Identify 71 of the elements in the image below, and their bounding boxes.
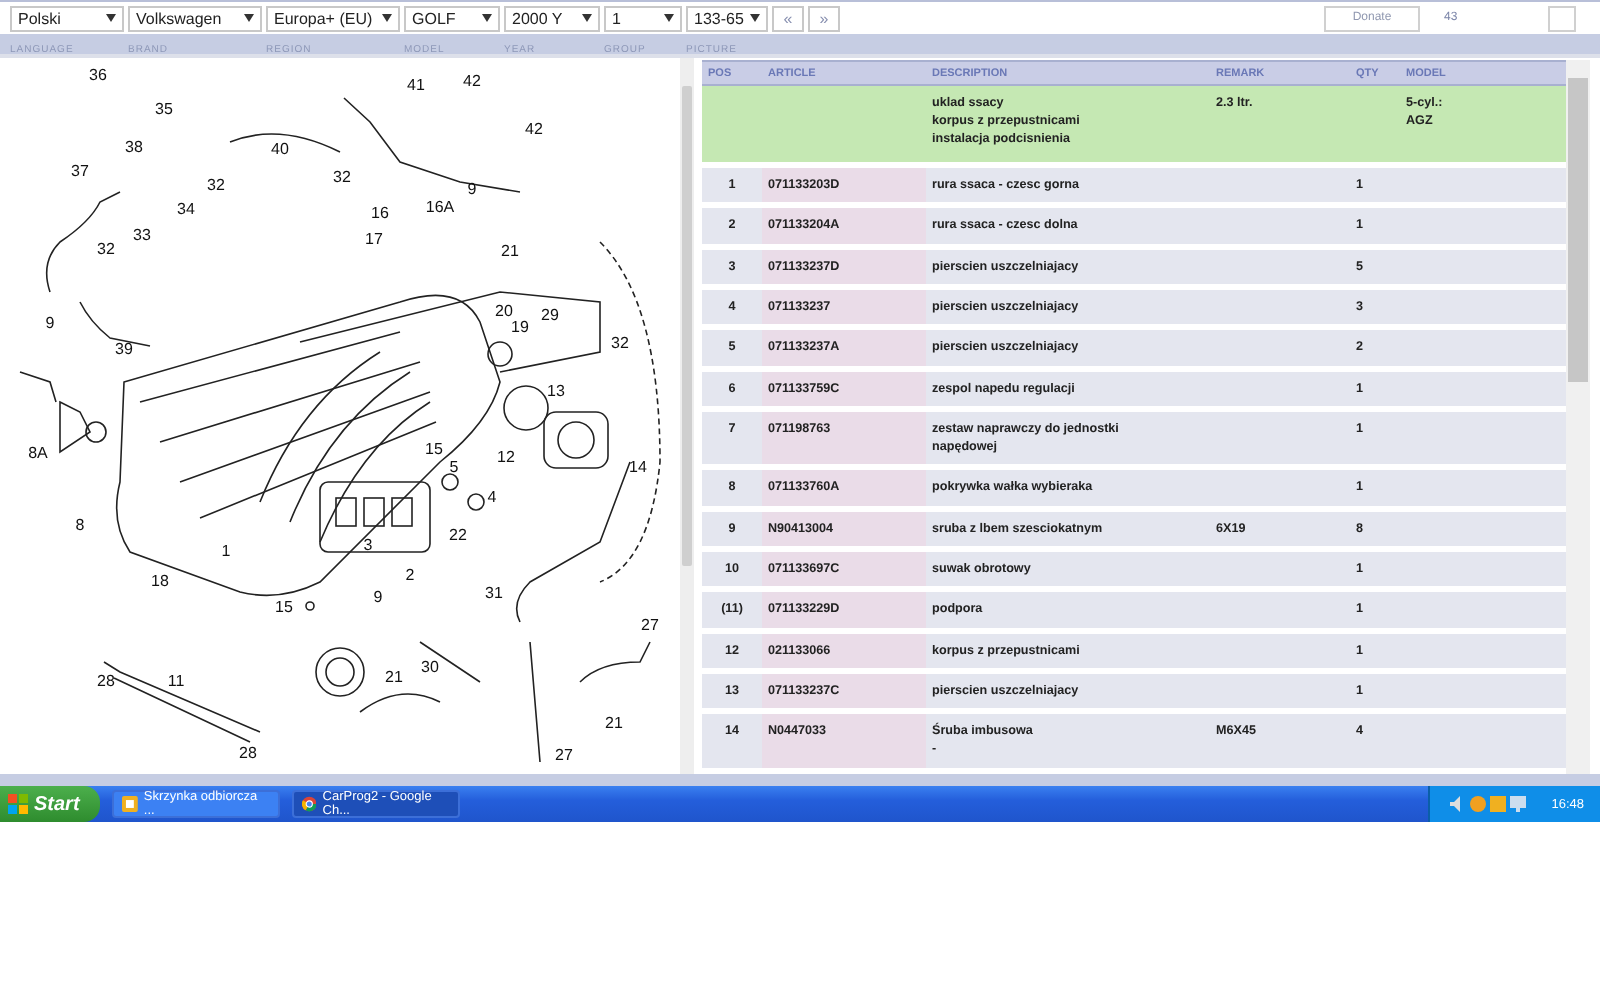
callout-number: 30 bbox=[421, 658, 439, 676]
callout-number: 18 bbox=[151, 572, 169, 590]
callout-number: 32 bbox=[611, 334, 629, 352]
windows-flag-icon bbox=[8, 794, 28, 814]
callout-number: 14 bbox=[629, 458, 647, 476]
callout-number: 16A bbox=[425, 198, 455, 216]
dropdown[interactable]: GOLF bbox=[404, 5, 500, 31]
callout-number: 29 bbox=[541, 306, 559, 324]
caret-icon bbox=[664, 14, 674, 22]
caret-icon bbox=[106, 14, 116, 22]
browser-icon bbox=[302, 796, 317, 812]
dropdown[interactable]: Europa+ (EU) bbox=[266, 5, 400, 31]
callout-number: 8A bbox=[28, 444, 48, 462]
callout-number: 36 bbox=[89, 66, 107, 84]
callout-number: 28 bbox=[97, 672, 115, 690]
callout-number: 27 bbox=[555, 746, 573, 764]
speaker-icon bbox=[1450, 796, 1466, 812]
callout-number: 16 bbox=[371, 204, 389, 222]
callout-number: 41 bbox=[407, 76, 425, 94]
callout-number: 1 bbox=[221, 542, 231, 560]
callout-number: 3 bbox=[363, 536, 373, 554]
callout-number: 11 bbox=[167, 672, 185, 690]
callout-number: 38 bbox=[125, 138, 143, 156]
small-field[interactable] bbox=[1548, 5, 1576, 31]
callout-number: 13 bbox=[547, 382, 565, 400]
callout-number: 33 bbox=[133, 226, 151, 244]
callout-number: 9 bbox=[373, 588, 383, 606]
scrollbar[interactable] bbox=[1566, 60, 1590, 774]
callout-number: 21 bbox=[385, 668, 403, 686]
callout-number: 31 bbox=[485, 584, 503, 602]
callout-number: 32 bbox=[333, 168, 351, 186]
caret-icon bbox=[482, 14, 492, 22]
callout-number: 12 bbox=[497, 448, 515, 466]
dropdown[interactable]: Polski bbox=[10, 5, 124, 31]
callout-number: 32 bbox=[97, 240, 115, 258]
callout-number: 20 bbox=[495, 302, 513, 320]
callout-number: 17 bbox=[365, 230, 383, 248]
callout-number: 21 bbox=[605, 714, 623, 732]
caret-icon bbox=[582, 14, 592, 22]
dropdown[interactable]: 1 bbox=[604, 5, 682, 31]
callout-number: 9 bbox=[45, 314, 55, 332]
callout-number: 42 bbox=[525, 120, 543, 138]
callout-number: 9 bbox=[467, 180, 477, 198]
callout-number: 42 bbox=[463, 72, 481, 90]
callout-number: 40 bbox=[271, 140, 289, 158]
callout-number: 5 bbox=[449, 458, 459, 476]
callout-number: 15 bbox=[425, 440, 443, 458]
caret-icon bbox=[750, 14, 760, 22]
caret-icon bbox=[244, 14, 254, 22]
callout-number: 2 bbox=[405, 566, 415, 584]
callout-number: 22 bbox=[449, 526, 467, 544]
callout-number: 35 bbox=[155, 100, 173, 118]
callout-number: 27 bbox=[641, 616, 659, 634]
callout-number: 15 bbox=[275, 598, 293, 616]
dropdown[interactable]: 133-65 bbox=[686, 5, 768, 31]
callout-number: 28 bbox=[239, 744, 257, 762]
envelope-icon bbox=[122, 796, 138, 812]
callout-number: 34 bbox=[177, 200, 195, 218]
callout-number: 39 bbox=[115, 340, 133, 358]
callout-number: 32 bbox=[207, 176, 225, 194]
monitor-icon bbox=[1510, 796, 1526, 812]
callout-number: 19 bbox=[511, 318, 529, 336]
callout-number: 21 bbox=[501, 242, 519, 260]
callout-number: 8 bbox=[75, 516, 85, 534]
caret-icon bbox=[382, 14, 392, 22]
dropdown[interactable]: Volkswagen bbox=[128, 5, 262, 31]
table-cell bbox=[702, 85, 762, 165]
scrollbar[interactable] bbox=[680, 58, 694, 774]
callout-number: 4 bbox=[487, 488, 497, 506]
dropdown[interactable]: 2000 Y bbox=[504, 5, 600, 31]
callout-number: 37 bbox=[71, 162, 89, 180]
